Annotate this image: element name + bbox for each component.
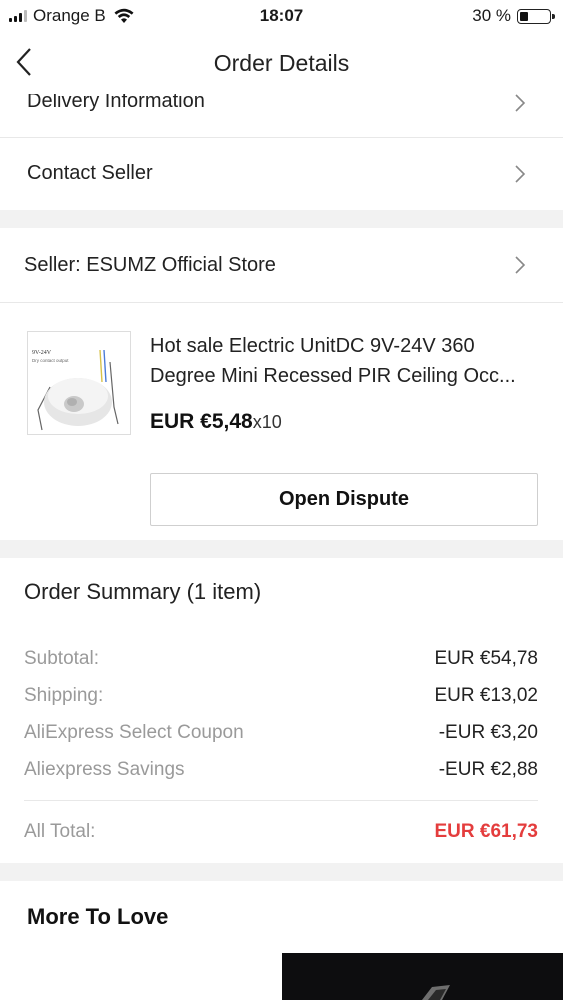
summary-line-value: -EUR €3,20 xyxy=(438,722,538,743)
summary-line: Shipping: EUR €13,02 xyxy=(24,685,538,707)
summary-line-value: EUR €13,02 xyxy=(434,685,538,706)
summary-line: Subtotal: EUR €54,78 xyxy=(24,648,538,670)
product-image xyxy=(282,953,563,1000)
open-dispute-button[interactable]: Open Dispute xyxy=(150,473,538,526)
section-gap xyxy=(0,863,563,881)
battery-icon xyxy=(517,8,555,24)
chevron-right-icon xyxy=(515,94,526,112)
total-line: All Total: EUR €61,73 xyxy=(24,821,538,843)
page-title: Order Details xyxy=(213,50,350,76)
summary-line-value: EUR €54,78 xyxy=(434,648,538,669)
total-label: All Total: xyxy=(24,821,96,842)
image-caption-1: 9V-24V xyxy=(32,350,52,356)
section-gap xyxy=(0,540,563,558)
product-image: 9V-24V Dry contact output xyxy=(28,332,130,434)
price-value: EUR €5,48 xyxy=(150,410,253,433)
product-title-line-1: Hot sale Electric UnitDC 9V-24V 360 xyxy=(150,335,475,357)
summary-line-label: Aliexpress Savings xyxy=(24,759,185,780)
status-right: 30 % xyxy=(472,6,555,26)
status-bar: Orange B 18:07 30 % xyxy=(0,0,563,32)
seller-label: Seller: ESUMZ Official Store xyxy=(24,254,276,276)
battery-percent: 30 % xyxy=(472,6,511,25)
more-to-love-title: More To Love xyxy=(27,904,169,929)
seller-row[interactable]: Seller: ESUMZ Official Store xyxy=(0,228,563,302)
summary-line-label: Subtotal: xyxy=(24,648,99,669)
product-thumbnail[interactable]: 9V-24V Dry contact output xyxy=(27,331,131,435)
image-caption-2: Dry contact output xyxy=(32,358,69,363)
summary-line-label: Shipping: xyxy=(24,685,104,706)
summary-line-label: AliExpress Select Coupon xyxy=(24,722,244,743)
delivery-information-row[interactable]: Delivery Information xyxy=(0,94,563,137)
product-title-line-2: Degree Mini Recessed PIR Ceiling Occ... xyxy=(150,365,516,387)
divider xyxy=(0,302,563,303)
contact-seller-label: Contact Seller xyxy=(27,162,153,184)
order-summary-title: Order Summary (1 item) xyxy=(24,579,262,604)
summary-line: AliExpress Select Coupon -EUR €3,20 xyxy=(24,722,538,744)
summary-line-value: -EUR €2,88 xyxy=(438,759,538,780)
chevron-right-icon xyxy=(515,165,526,183)
section-gap xyxy=(0,210,563,228)
nav-bar: Order Details xyxy=(0,32,563,94)
divider xyxy=(24,800,538,801)
delivery-information-label: Delivery Information xyxy=(27,94,205,112)
chevron-right-icon xyxy=(515,256,526,274)
recommended-product-image[interactable] xyxy=(282,953,563,1000)
total-value: EUR €61,73 xyxy=(434,821,538,842)
summary-line: Aliexpress Savings -EUR €2,88 xyxy=(24,759,538,781)
quantity: x10 xyxy=(252,412,282,432)
contact-seller-row[interactable]: Contact Seller xyxy=(0,138,563,210)
product-title[interactable]: Hot sale Electric UnitDC 9V-24V 360 Degr… xyxy=(150,331,540,391)
product-price: EUR €5,48x10 xyxy=(150,410,282,434)
